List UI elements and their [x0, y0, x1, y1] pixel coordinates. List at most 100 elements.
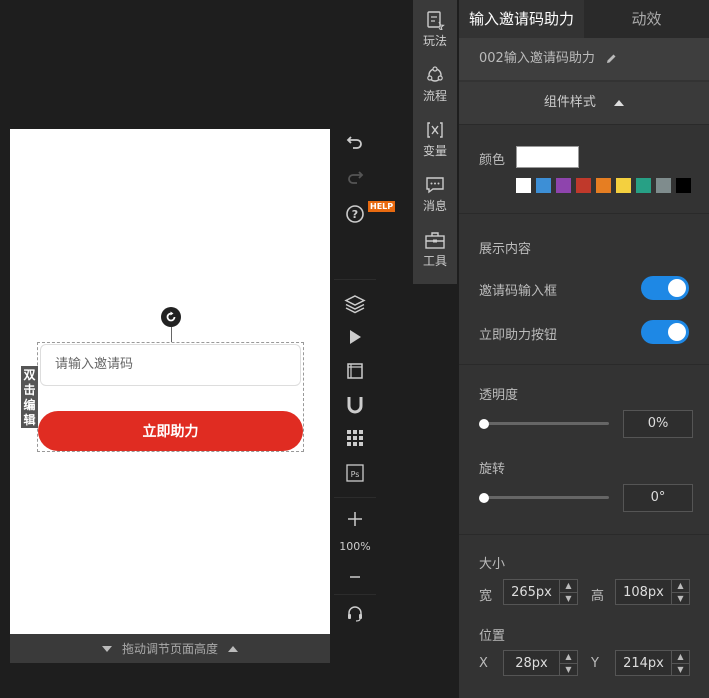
zoom-in-icon[interactable] — [340, 504, 370, 534]
edit-pencil-icon[interactable] — [605, 53, 617, 65]
help-now-button[interactable]: 立即助力 — [38, 411, 303, 451]
menu-item-message[interactable]: 消息 — [413, 175, 457, 214]
variable-icon — [427, 122, 443, 138]
toggle-button-label: 立即助力按钮 — [479, 328, 558, 343]
toolbox-icon — [425, 232, 445, 249]
rotate-input[interactable]: 0° — [623, 484, 693, 512]
width-stepper[interactable]: 265px ▲ ▼ — [503, 579, 578, 605]
color-swatch[interactable] — [576, 178, 591, 193]
menu-item-label: 消息 — [422, 199, 447, 213]
page-height-drag-bar[interactable]: 拖动调节页面高度 — [10, 634, 330, 663]
invite-code-input[interactable]: 请输入邀请码 — [40, 344, 301, 386]
photoshop-icon[interactable]: Ps — [340, 458, 370, 488]
y-label: Y — [591, 656, 599, 671]
size-label: 大小 — [479, 557, 506, 572]
redo-icon[interactable] — [340, 162, 370, 192]
toggle-button-switch[interactable] — [641, 320, 689, 344]
divider — [459, 124, 709, 125]
property-panel: 输入邀请码助力 动效 002输入邀请码助力 组件样式 颜色 展示内容 邀请码输入… — [459, 0, 709, 698]
divider — [334, 279, 376, 280]
tag-char: 击 — [23, 383, 36, 397]
divider — [459, 534, 709, 535]
increment-arrow-icon[interactable]: ▲ — [560, 580, 577, 593]
color-swatch[interactable] — [536, 178, 551, 193]
grid-icon[interactable] — [340, 423, 370, 453]
undo-icon[interactable] — [340, 127, 370, 157]
message-icon — [426, 177, 444, 194]
decrement-arrow-icon[interactable]: ▼ — [672, 593, 689, 605]
flow-icon — [427, 66, 443, 82]
opacity-slider-knob[interactable] — [479, 419, 489, 429]
divider — [334, 594, 376, 595]
height-stepper[interactable]: 108px ▲ ▼ — [615, 579, 690, 605]
increment-arrow-icon[interactable]: ▲ — [560, 651, 577, 664]
component-name: 002输入邀请码助力 — [479, 51, 595, 66]
decrement-arrow-icon[interactable]: ▼ — [560, 664, 577, 676]
tab-component[interactable]: 输入邀请码助力 — [459, 0, 584, 38]
menu-item-variable[interactable]: 变量 — [413, 120, 457, 159]
component-style-header[interactable]: 组件样式 — [459, 82, 709, 124]
divider — [459, 213, 709, 214]
double-click-edit-tag[interactable]: 双 击 编 辑 — [21, 366, 38, 428]
panel-tabs: 输入邀请码助力 动效 — [459, 0, 709, 38]
opacity-slider[interactable] — [484, 422, 609, 425]
width-label: 宽 — [479, 589, 493, 604]
rotate-handle[interactable] — [161, 307, 181, 327]
color-swatch[interactable] — [596, 178, 611, 193]
tag-char: 编 — [23, 398, 36, 412]
opacity-label: 透明度 — [479, 388, 519, 403]
menu-item-tools[interactable]: 工具 — [413, 230, 457, 269]
y-value: 214px — [623, 655, 664, 671]
support-headset-icon[interactable] — [340, 598, 370, 628]
svg-text:Ps: Ps — [351, 470, 360, 479]
divider — [334, 497, 376, 498]
component-name-row[interactable]: 002输入邀请码助力 — [459, 38, 709, 80]
x-label: X — [479, 656, 488, 671]
opacity-input[interactable]: 0% — [623, 410, 693, 438]
height-label: 高 — [591, 589, 605, 604]
style-header-label: 组件样式 — [543, 95, 596, 110]
tab-animation[interactable]: 动效 — [584, 0, 709, 38]
color-swatch[interactable] — [676, 178, 691, 193]
rotate-slider-knob[interactable] — [479, 493, 489, 503]
menu-item-label: 玩法 — [422, 34, 447, 48]
increment-arrow-icon[interactable]: ▲ — [672, 580, 689, 593]
toggle-input-switch[interactable] — [641, 276, 689, 300]
toggle-input-label: 邀请码输入框 — [479, 284, 558, 299]
menu-item-label: 流程 — [422, 89, 447, 103]
color-swatch[interactable] — [616, 178, 631, 193]
color-label: 颜色 — [479, 153, 506, 168]
expand-arrow-icon[interactable] — [228, 645, 238, 652]
color-swatch[interactable] — [636, 178, 651, 193]
frame-icon[interactable] — [340, 356, 370, 386]
color-swatch[interactable] — [556, 178, 571, 193]
zoom-out-icon[interactable] — [340, 562, 370, 592]
color-picker[interactable] — [516, 146, 579, 168]
rotate-label: 旋转 — [479, 462, 506, 477]
preview-play-icon[interactable] — [340, 322, 370, 352]
menu-item-flow[interactable]: 流程 — [413, 65, 457, 104]
shrink-arrow-icon[interactable] — [101, 645, 112, 652]
collapse-arrow-icon[interactable] — [614, 99, 625, 106]
help-icon[interactable]: ? — [340, 199, 370, 229]
increment-arrow-icon[interactable]: ▲ — [672, 651, 689, 664]
magnet-icon[interactable] — [340, 390, 370, 420]
display-section-title: 展示内容 — [479, 242, 532, 257]
x-stepper[interactable]: 28px ▲ ▼ — [503, 650, 578, 676]
layers-icon[interactable] — [340, 289, 370, 319]
svg-text:?: ? — [352, 208, 358, 221]
color-swatch[interactable] — [656, 178, 671, 193]
x-value: 28px — [515, 655, 548, 671]
menu-item-label: 变量 — [422, 144, 447, 158]
tag-char: 辑 — [23, 413, 36, 427]
color-swatch[interactable] — [516, 178, 531, 193]
width-value: 265px — [511, 584, 552, 600]
decrement-arrow-icon[interactable]: ▼ — [560, 593, 577, 605]
y-stepper[interactable]: 214px ▲ ▼ — [615, 650, 690, 676]
decrement-arrow-icon[interactable]: ▼ — [672, 664, 689, 676]
rotate-icon — [166, 311, 176, 322]
gameplay-icon — [427, 11, 445, 30]
divider — [459, 364, 709, 365]
rotate-slider[interactable] — [484, 496, 609, 499]
menu-item-gameplay[interactable]: 玩法 — [413, 10, 457, 49]
